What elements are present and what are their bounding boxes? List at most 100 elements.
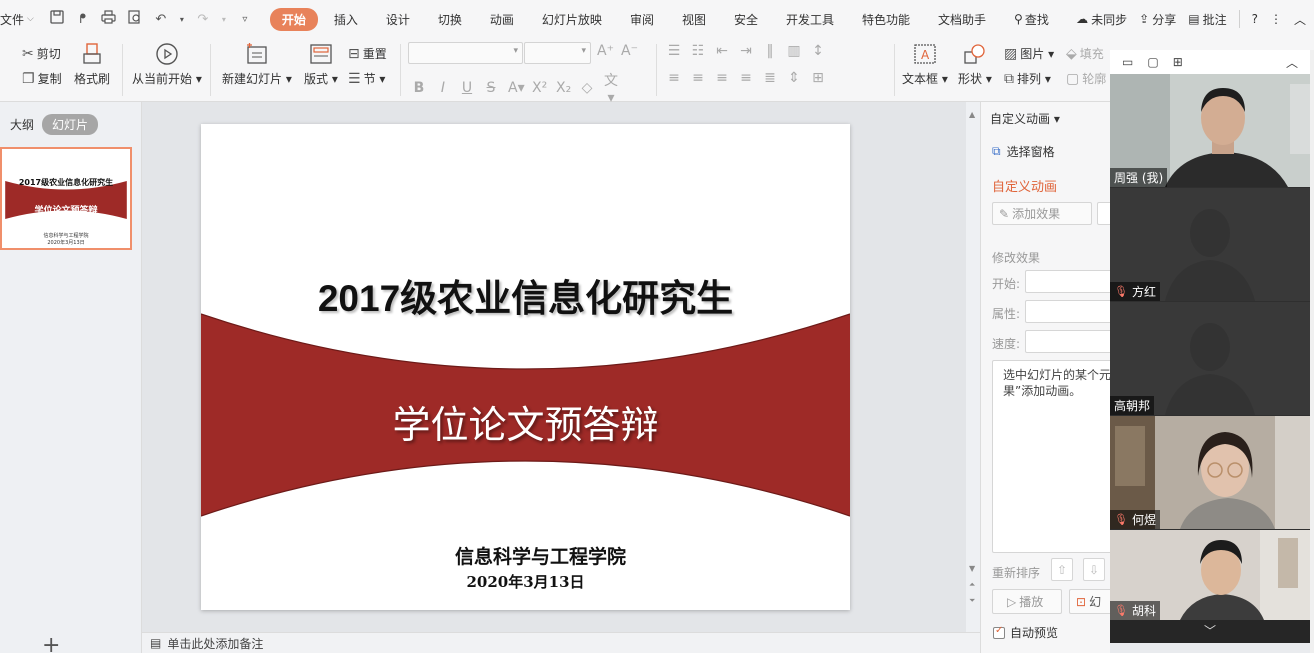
print-preview-icon[interactable] — [126, 10, 144, 28]
minimize-window-icon[interactable]: ▭ — [1122, 55, 1133, 69]
export-pdf-icon[interactable]: ᖰ — [74, 12, 92, 27]
superscript-icon[interactable]: X² — [532, 80, 547, 96]
restore-window-icon[interactable]: ▢ — [1147, 55, 1158, 69]
phonetic-icon[interactable]: 文▾ — [604, 70, 618, 106]
print-icon[interactable] — [100, 10, 118, 28]
decrease-font-icon[interactable]: A⁻ — [621, 43, 638, 59]
strikethrough-icon[interactable]: S — [484, 80, 498, 96]
pane-title[interactable]: 自定义动画 ▾ — [990, 110, 1060, 127]
from-current-button[interactable]: 从当前开始 ▾ — [132, 42, 202, 87]
slideshow-button[interactable]: ⊡ 幻 — [1069, 589, 1110, 614]
underline-icon[interactable]: U — [460, 80, 474, 96]
property-select[interactable] — [1025, 300, 1110, 323]
outline-button[interactable]: ▢ 轮廓 — [1066, 70, 1106, 87]
slide-subtitle[interactable]: 学位论文预答辩 — [201, 394, 850, 449]
slide-date[interactable]: 2020年3月13日 — [201, 571, 850, 592]
scroll-down-icon[interactable]: ▼ — [969, 564, 975, 573]
collapse-ribbon-icon[interactable]: ︿ — [1294, 11, 1306, 28]
tab-view[interactable]: 视图 — [670, 8, 718, 31]
bullets-icon[interactable]: ☰ — [667, 43, 681, 59]
tab-transitions[interactable]: 切换 — [426, 8, 474, 31]
copy-button[interactable]: ❐ 复制 — [22, 70, 62, 87]
clear-format-icon[interactable]: ◇ — [580, 80, 594, 96]
columns-icon[interactable]: ▥ — [787, 43, 801, 59]
arrange-button[interactable]: ⧉ 排列 ▾ — [1004, 70, 1051, 87]
tab-insert[interactable]: 插入 — [322, 8, 370, 31]
tab-slides[interactable]: 幻灯片 — [42, 114, 99, 135]
numbering-icon[interactable]: ☷ — [691, 43, 705, 59]
video-tile-2[interactable]: 🎙 方红 — [1110, 188, 1310, 301]
add-effect-button[interactable]: ✎ 添加效果 — [992, 202, 1092, 225]
slide-thumbnail-1[interactable]: 2017级农业信息化研究生 学位论文预答辩 信息科学与工程学院 2020年3月1… — [0, 147, 132, 250]
bold-icon[interactable]: B — [412, 80, 426, 96]
save-icon[interactable] — [48, 10, 66, 28]
scroll-up-icon[interactable]: ▲ — [969, 110, 975, 119]
cut-button[interactable]: ✂ 剪切 — [22, 45, 61, 62]
start-select[interactable] — [1025, 270, 1110, 293]
notes-bar[interactable]: ▤ 单击此处添加备注 — [142, 632, 980, 653]
speed-select[interactable] — [1025, 330, 1110, 353]
text-align-icon[interactable]: ⊞ — [811, 70, 825, 86]
tab-developer[interactable]: 开发工具 — [774, 8, 846, 31]
remove-effect-button[interactable] — [1097, 202, 1110, 225]
redo-icon[interactable]: ↷ — [194, 12, 212, 27]
share-button[interactable]: ⇪ 分享 — [1139, 11, 1176, 28]
align-center-icon[interactable]: ≡ — [691, 70, 705, 86]
fill-button[interactable]: ⬙ 填充 — [1066, 45, 1104, 62]
italic-icon[interactable]: I — [436, 80, 450, 96]
tab-security[interactable]: 安全 — [722, 8, 770, 31]
auto-preview-checkbox[interactable]: 自动预览 — [993, 624, 1058, 641]
new-slide-button[interactable]: 新建幻灯片 ▾ — [222, 42, 292, 87]
sync-button[interactable]: ☁ 未同步 — [1076, 11, 1127, 28]
increase-font-icon[interactable]: A⁺ — [597, 43, 614, 59]
picture-button[interactable]: ▨ 图片 ▾ — [1004, 45, 1054, 62]
font-color-icon[interactable]: A▾ — [508, 80, 525, 96]
tab-doc-assistant[interactable]: 文档助手 — [926, 8, 998, 31]
tab-review[interactable]: 审阅 — [618, 8, 666, 31]
add-slide-icon[interactable]: + — [42, 633, 60, 653]
tab-slideshow[interactable]: 幻灯片放映 — [530, 8, 614, 31]
video-tile-3[interactable]: 高朝邦 — [1110, 302, 1310, 415]
current-slide[interactable]: 2017级农业信息化研究生 学位论文预答辩 信息科学与工程学院 2020年3月1… — [201, 124, 850, 610]
reset-button[interactable]: ⊟ 重置 — [348, 45, 387, 62]
grid-view-icon[interactable]: ⊞ — [1173, 55, 1183, 69]
justify-icon[interactable]: ≡ — [739, 70, 753, 86]
next-slide-icon[interactable]: ⏷ — [969, 596, 975, 606]
move-down-icon[interactable]: ⇩ — [1083, 558, 1105, 581]
help-icon[interactable]: ? — [1252, 12, 1258, 26]
annotate-button[interactable]: ▤ 批注 — [1188, 11, 1226, 28]
tab-home[interactable]: 开始 — [269, 7, 318, 31]
section-button[interactable]: ☰ 节 ▾ — [348, 70, 385, 87]
textbox-button[interactable]: A 文本框 ▾ — [902, 42, 948, 87]
shape-button[interactable]: 形状 ▾ — [958, 42, 992, 87]
collapse-up-icon[interactable]: ︿ — [1286, 54, 1298, 71]
tab-special[interactable]: 特色功能 — [850, 8, 922, 31]
slide-organization[interactable]: 信息科学与工程学院 — [201, 542, 850, 569]
animation-list[interactable]: 选中幻灯片的某个元 果”添加动画。 — [992, 360, 1110, 553]
vertical-scrollbar[interactable]: ▲ ▼ ⏶ ⏷ — [966, 102, 980, 632]
file-menu[interactable]: 文件 ⌵ — [0, 11, 38, 28]
customize-toolbar-icon[interactable]: ▿ — [236, 14, 254, 25]
video-tile-4[interactable]: 🎙 何煜 — [1110, 416, 1310, 529]
play-button[interactable]: ▷ 播放 — [992, 589, 1062, 614]
redo-dropdown-icon[interactable]: ▾ — [220, 15, 228, 24]
video-tile-5[interactable]: 🎙 胡科 — [1110, 530, 1310, 620]
tab-design[interactable]: 设计 — [374, 8, 422, 31]
tab-outline[interactable]: 大纲 — [10, 116, 34, 133]
undo-icon[interactable]: ↶ — [152, 12, 170, 27]
undo-dropdown-icon[interactable]: ▾ — [178, 15, 186, 24]
expand-participants-icon[interactable]: ﹀ — [1110, 620, 1310, 643]
search-button[interactable]: ⚲ 查找 — [1002, 8, 1061, 31]
layout-button[interactable]: 版式 ▾ — [304, 42, 338, 87]
increase-indent-icon[interactable]: ⇥ — [739, 43, 753, 59]
align-left-icon[interactable]: ≡ — [667, 70, 681, 86]
more-icon[interactable]: ⋮ — [1270, 12, 1282, 26]
line-spacing-icon[interactable]: ↕ — [811, 43, 825, 59]
tab-animations[interactable]: 动画 — [478, 8, 526, 31]
distribute-icon[interactable]: ≣ — [763, 70, 777, 86]
subscript-icon[interactable]: X₂ — [556, 80, 571, 96]
previous-slide-icon[interactable]: ⏶ — [969, 580, 975, 590]
align-right-icon[interactable]: ≡ — [715, 70, 729, 86]
slide-title[interactable]: 2017级农业信息化研究生 — [201, 268, 850, 322]
move-up-icon[interactable]: ⇧ — [1051, 558, 1073, 581]
